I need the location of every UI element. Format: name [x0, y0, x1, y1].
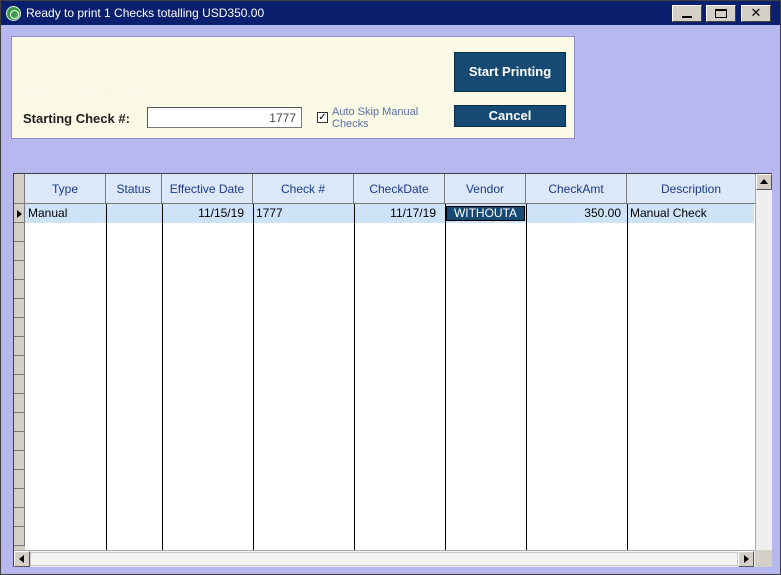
horizontal-scrollbar[interactable]: [14, 550, 755, 567]
cell-check-amount[interactable]: 350.00: [526, 204, 624, 223]
cell-check-number[interactable]: 1777: [253, 204, 354, 223]
row-selector[interactable]: [14, 356, 25, 375]
column-header-effective-date[interactable]: Effective Date: [162, 174, 253, 204]
scrollbar-corner: [755, 550, 772, 567]
cell-type[interactable]: Manual: [25, 204, 106, 223]
column-header-status[interactable]: Status: [106, 174, 162, 204]
cell-check-date[interactable]: 11/17/19: [354, 204, 439, 223]
maximize-button[interactable]: [706, 5, 736, 22]
window-title: Ready to print 1 Checks totalling USD350…: [26, 6, 265, 20]
column-header-check-date[interactable]: CheckDate: [354, 174, 445, 204]
table-row[interactable]: Manual 11/15/19 1777 11/17/19 WITHOUTA 3…: [25, 204, 754, 223]
faint-hint-text: Check 1 checks in this session: [20, 87, 157, 98]
maximize-icon: [715, 9, 727, 18]
app-icon: [6, 6, 21, 21]
vertical-scrollbar[interactable]: [755, 174, 772, 550]
starting-check-input[interactable]: [147, 107, 302, 128]
print-checks-window: Ready to print 1 Checks totalling USD350…: [0, 0, 781, 575]
row-selector[interactable]: [14, 508, 25, 527]
column-header-description[interactable]: Description: [627, 174, 755, 204]
current-row-pointer-icon: [17, 210, 22, 218]
starting-check-label: Starting Check #:: [23, 111, 130, 126]
minimize-icon: [682, 16, 692, 18]
row-selector[interactable]: [14, 337, 25, 356]
scroll-up-arrow-icon[interactable]: [756, 174, 772, 190]
column-divider: [526, 204, 527, 550]
column-header-check-amount[interactable]: CheckAmt: [526, 174, 627, 204]
row-selector[interactable]: [14, 318, 25, 337]
column-divider: [445, 204, 446, 550]
column-divider: [627, 204, 628, 550]
cell-effective-date[interactable]: 11/15/19: [162, 204, 247, 223]
start-printing-button[interactable]: Start Printing: [454, 52, 566, 92]
print-options-panel: Check 1 checks in this session Starting …: [11, 36, 575, 139]
row-selector[interactable]: [14, 223, 25, 242]
row-selector[interactable]: [14, 527, 25, 546]
column-header-vendor[interactable]: Vendor: [445, 174, 526, 204]
minimize-button[interactable]: [672, 5, 702, 22]
horizontal-scroll-thumb[interactable]: [30, 552, 738, 566]
row-selector[interactable]: [14, 451, 25, 470]
row-selector-column: [14, 174, 25, 550]
row-selector[interactable]: [14, 432, 25, 451]
row-selector[interactable]: [14, 242, 25, 261]
column-divider: [253, 204, 254, 550]
cell-vendor[interactable]: WITHOUTA: [446, 206, 525, 221]
auto-skip-label[interactable]: Auto Skip Manual Checks: [332, 106, 432, 130]
cell-status[interactable]: [106, 204, 162, 223]
row-selector[interactable]: [14, 375, 25, 394]
close-button[interactable]: ✕: [741, 5, 771, 22]
column-divider: [162, 204, 163, 550]
column-header-check-number[interactable]: Check #: [253, 174, 354, 204]
row-selector[interactable]: [14, 394, 25, 413]
checks-grid: Type Status Effective Date Check # Check…: [13, 173, 772, 567]
title-bar[interactable]: Ready to print 1 Checks totalling USD350…: [1, 1, 780, 25]
scroll-left-arrow-icon[interactable]: [14, 551, 30, 567]
row-selector[interactable]: [14, 470, 25, 489]
auto-skip-checkbox[interactable]: ✓: [317, 112, 328, 123]
cancel-button[interactable]: Cancel: [454, 105, 566, 127]
row-selector[interactable]: [14, 489, 25, 508]
scroll-right-arrow-icon[interactable]: [738, 551, 754, 567]
row-selector[interactable]: [14, 261, 25, 280]
row-selector[interactable]: [14, 204, 25, 223]
row-header-corner: [14, 174, 25, 204]
column-header-type[interactable]: Type: [25, 174, 106, 204]
cell-description[interactable]: Manual Check: [627, 204, 754, 223]
column-divider: [354, 204, 355, 550]
row-selector[interactable]: [14, 280, 25, 299]
row-selector[interactable]: [14, 299, 25, 318]
row-selector[interactable]: [14, 413, 25, 432]
column-divider: [106, 204, 107, 550]
